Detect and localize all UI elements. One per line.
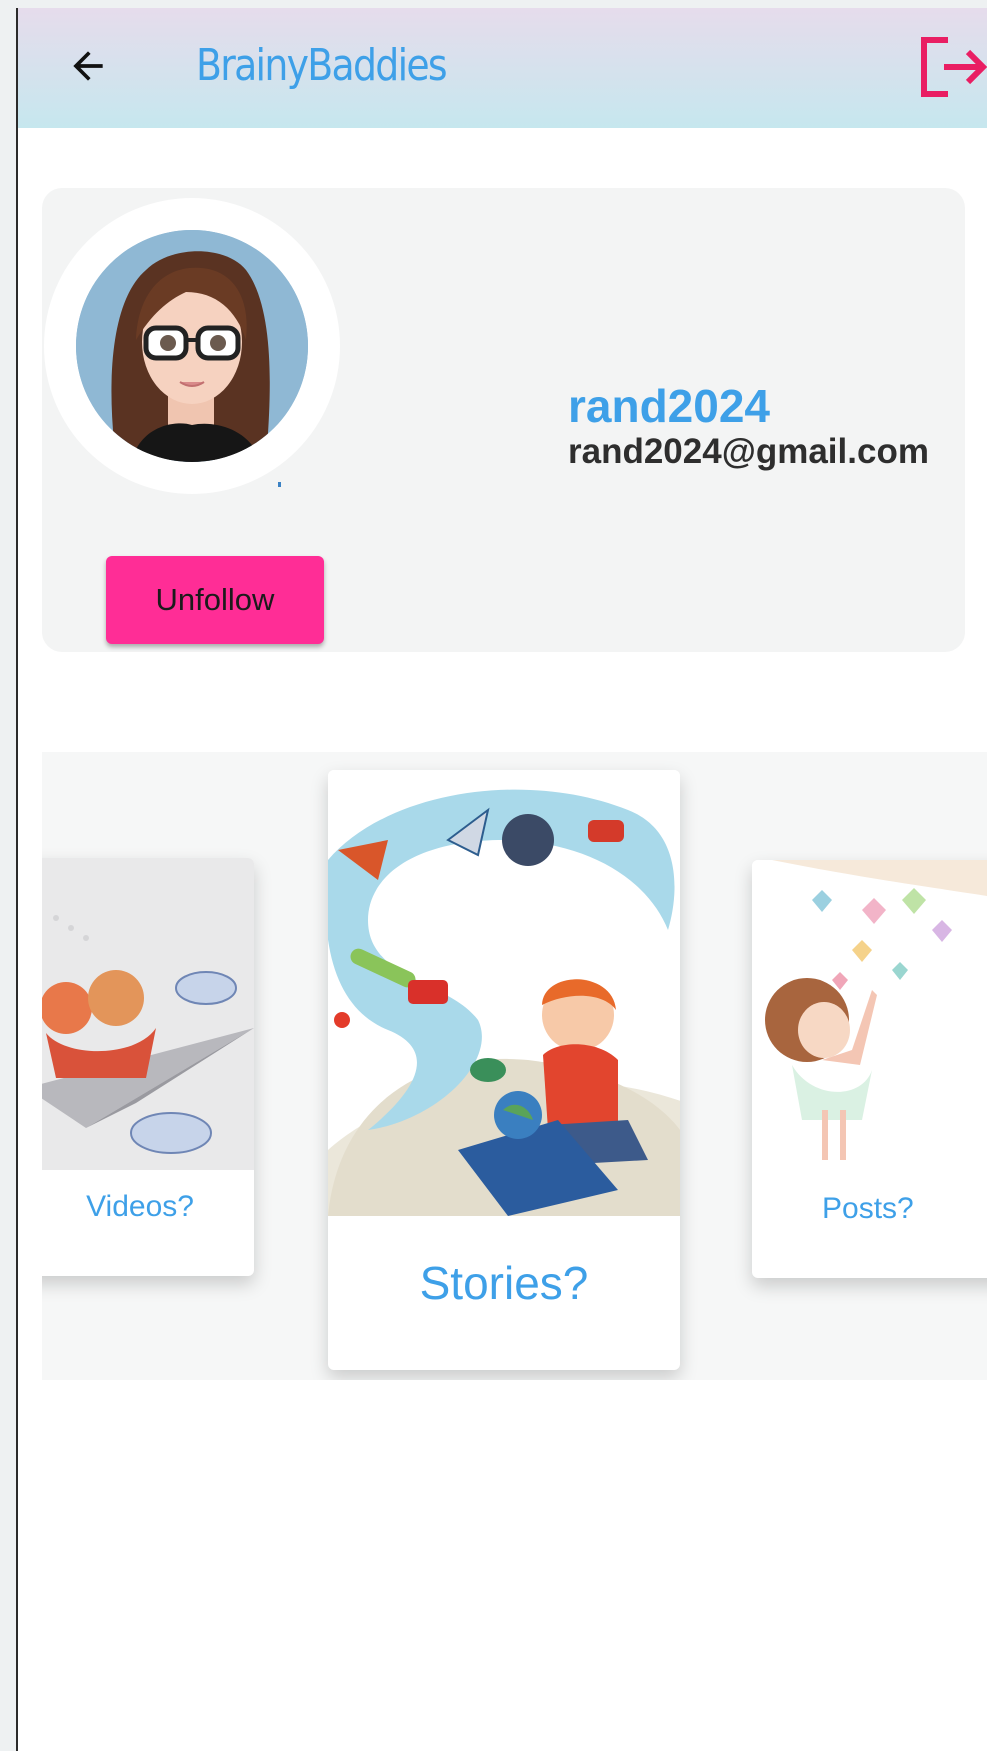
app-bar: BrainyBaddies [18,8,987,128]
content-carousel[interactable]: Videos? Stories? Posts? [42,752,987,1380]
tile-image-videos [42,858,254,1170]
app-title: BrainyBaddies [196,40,448,91]
carousel-tile-stories[interactable]: Stories? [328,770,680,1370]
carousel-tile-videos[interactable]: Videos? [42,858,254,1276]
logout-button[interactable] [918,34,987,100]
avatar [76,230,308,462]
tile-label-posts: Posts? [822,1192,914,1225]
profile-email: rand2024@gmail.com [568,432,929,471]
logout-icon [921,37,987,97]
carousel-tile-posts[interactable]: Posts? [752,860,987,1278]
profile-card: rand2024 rand2024@gmail.com Unfollow [42,188,965,652]
avatar-frame [44,198,340,494]
avatar-marker [278,482,281,487]
back-button[interactable] [60,38,116,94]
screen: BrainyBaddies rand2024 rand2024@gmail.co… [0,0,987,1751]
tile-label-videos: Videos? [86,1190,194,1223]
profile-username: rand2024 [568,380,771,432]
app-screen: BrainyBaddies rand2024 rand2024@gmail.co… [18,8,987,1751]
tile-image-stories [328,770,680,1370]
tile-image-posts [752,860,987,1170]
arrow-left-icon [73,51,103,81]
unfollow-button[interactable]: Unfollow [106,556,324,644]
tile-label-stories: Stories? [419,1257,589,1309]
avatar-illustration [76,230,308,462]
